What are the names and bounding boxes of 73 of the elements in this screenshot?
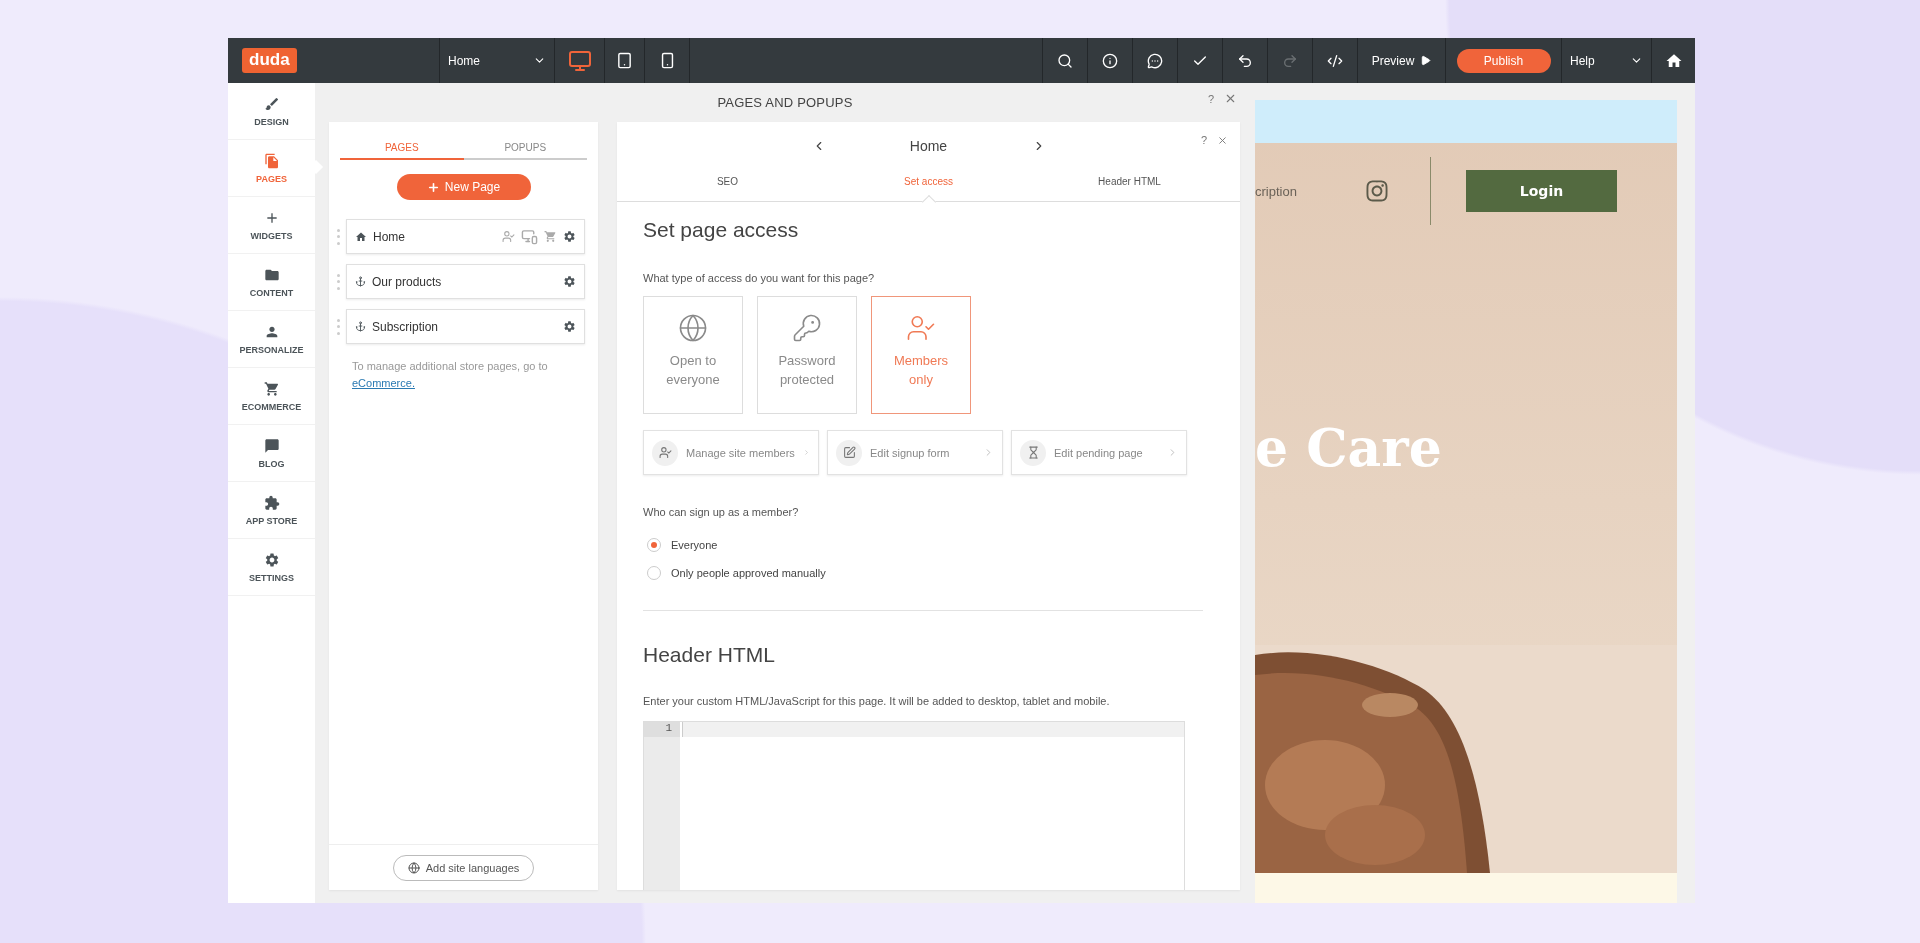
plus-icon [426,180,440,194]
help-button[interactable]: ? [1207,92,1214,105]
globe-icon [678,313,708,343]
desktop-icon [567,48,592,73]
pages-icon [263,152,280,169]
drag-handle-icon[interactable] [337,318,340,335]
edit-icon [836,439,862,466]
panel-title: PAGES AND POPUPS [717,95,853,110]
access-option[interactable]: Open to everyone [643,296,743,414]
cart-icon [263,380,280,397]
radio-button[interactable] [647,566,661,580]
key-icon [792,313,822,343]
ecommerce-link[interactable]: eCommerce. [352,377,415,389]
user-check-icon [502,230,515,243]
hero-headline: e Care [1255,417,1443,478]
page-item[interactable]: Our products [346,264,585,299]
action-button[interactable]: Edit pending page [1011,430,1187,475]
store-pages-note: To manage additional store pages, go to eCommerce. [352,359,549,391]
instagram-icon[interactable] [1365,179,1389,203]
settings-icon[interactable] [563,230,576,243]
action-button[interactable]: Manage site members [643,430,819,475]
anchor-icon [355,321,366,332]
close-button[interactable] [1217,134,1228,146]
access-option[interactable]: Password protected [757,296,857,414]
section-heading: Set page access [643,218,800,242]
question-text: What type of access do you want for this page? [643,272,876,284]
brush-icon [263,95,280,112]
action-button[interactable]: Edit signup form [827,430,1003,475]
add-site-languages-button[interactable]: Add site languages [392,854,535,881]
tab[interactable]: Header HTML [1029,170,1230,193]
nav-link[interactable]: cription [1255,183,1365,199]
settings-icon [263,551,280,568]
line-number: 1 [644,722,680,737]
help-menu[interactable]: Help [1561,38,1651,83]
publish-button[interactable]: Publish [1456,48,1551,73]
code-editor[interactable]: 1 [643,721,1185,890]
new-page-button[interactable]: New Page [396,174,531,200]
tablet-icon [616,52,633,69]
user-check-icon [906,313,936,343]
drag-handle-icon[interactable] [337,228,340,245]
radio-button[interactable] [647,538,661,552]
tab[interactable]: SEO [627,170,828,193]
help-button[interactable]: ? [1200,134,1207,146]
page-select[interactable]: Home [439,38,554,83]
cart-icon [544,230,557,243]
preview-button[interactable]: Preview [1357,38,1445,83]
radio-label: Only people approved manually [671,567,826,579]
home-icon [355,230,367,243]
radio-label: Everyone [671,539,718,551]
globe-icon [407,861,420,874]
description-text: Enter your custom HTML/JavaScript for this page. It will be added to desktop, tablet and mobile. [643,695,1111,707]
chevron-right-icon [802,447,810,458]
tab[interactable]: PAGES [340,136,464,160]
question-text: Who can sign up as a member? [643,506,800,518]
page-item[interactable]: Subscription [346,309,585,344]
devices-icon [521,228,538,245]
page-item[interactable]: Home [346,219,585,254]
close-button[interactable] [1224,92,1237,105]
section-heading: Header HTML [643,643,776,667]
settings-icon[interactable] [563,320,576,333]
play-icon [1420,55,1432,66]
tab[interactable]: Set access [828,170,1029,193]
chat-bubble-icon [263,437,280,454]
anchor-icon [355,276,366,287]
drag-handle-icon[interactable] [337,273,340,290]
tab[interactable]: POPUPS [463,136,587,160]
hourglass-icon [1020,439,1046,466]
page-title: Home [908,138,949,154]
login-button[interactable]: Login [1466,170,1617,212]
logo[interactable]: duda [242,48,297,73]
user-check-icon [652,439,678,466]
settings-icon[interactable] [563,275,576,288]
puzzle-icon [263,494,280,511]
